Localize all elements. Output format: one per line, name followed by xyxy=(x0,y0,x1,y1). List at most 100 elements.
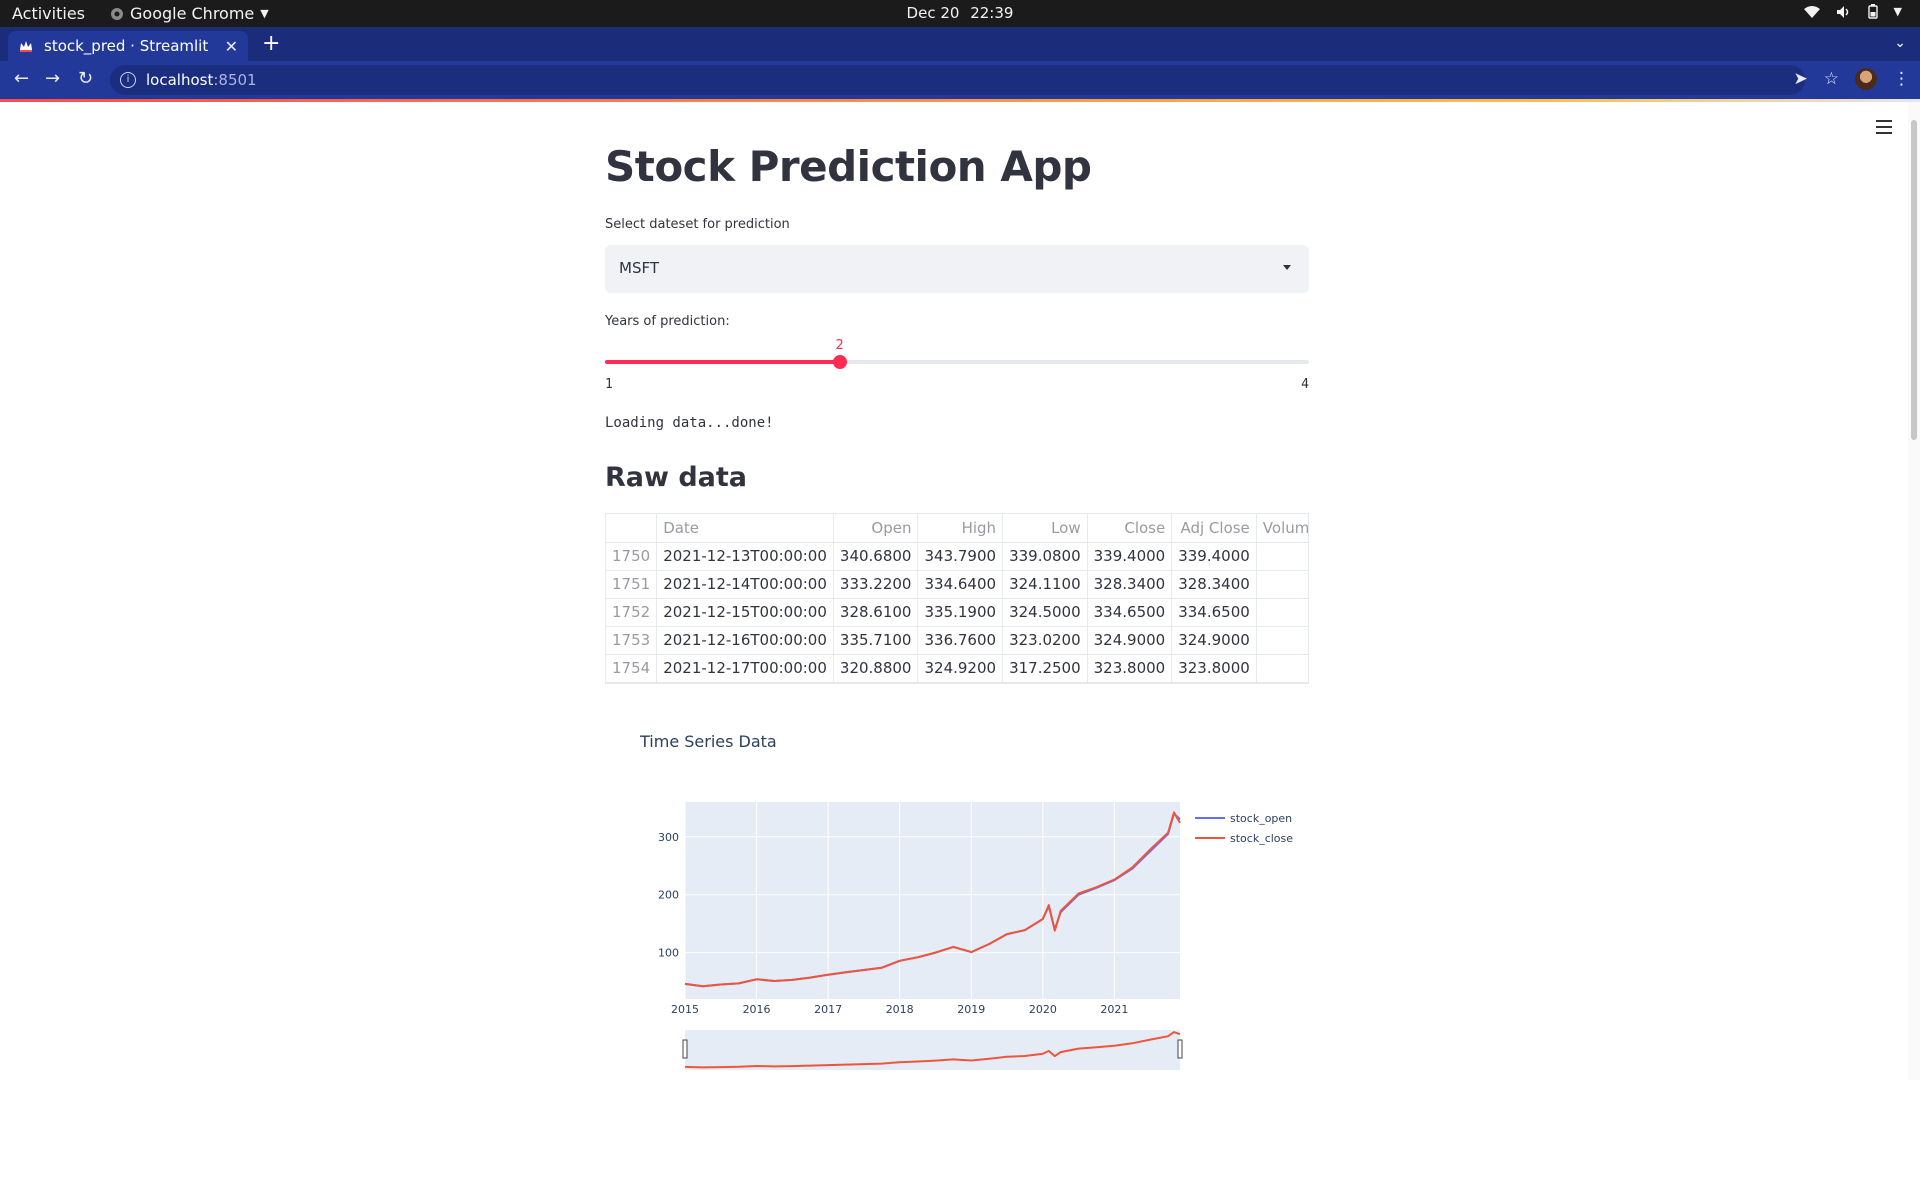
kebab-menu-icon[interactable]: ⋮ xyxy=(1893,69,1910,89)
raw-data-table[interactable]: DateOpenHighLowCloseAdj CloseVolume 1750… xyxy=(605,513,1309,684)
table-cell[interactable]: 4 xyxy=(1256,570,1308,599)
page-scrollbar[interactable] xyxy=(1908,102,1920,1080)
streamlit-crown-icon xyxy=(20,41,32,52)
x-tick-label: 2021 xyxy=(1100,1003,1128,1016)
column-header[interactable]: Adj Close xyxy=(1171,514,1257,543)
column-header[interactable]: Close xyxy=(1087,514,1173,543)
address-bar[interactable]: i localhost:8501 xyxy=(110,65,1805,95)
table-cell[interactable]: 2021-12-13T00:00:00 xyxy=(656,542,834,571)
table-cell[interactable]: 324.9000 xyxy=(1087,626,1173,655)
table-cell[interactable]: 2021-12-15T00:00:00 xyxy=(656,598,834,627)
table-row[interactable]: 1754 2021-12-17T00:00:00 320.8800 324.9200 3… xyxy=(606,654,1308,683)
plot-area xyxy=(685,802,1180,999)
column-header[interactable]: Low xyxy=(1002,514,1088,543)
send-icon[interactable]: ➤ xyxy=(1794,69,1808,89)
x-tick-label: 2018 xyxy=(886,1003,914,1016)
column-header[interactable] xyxy=(606,514,658,543)
row-index-cell[interactable]: 1751 xyxy=(606,570,658,599)
table-cell[interactable]: 324.9200 xyxy=(917,654,1004,683)
column-header[interactable]: Open xyxy=(833,514,919,543)
table-row[interactable]: 1752 2021-12-15T00:00:00 328.6100 335.1900 3… xyxy=(606,598,1308,627)
table-cell[interactable]: 324.1100 xyxy=(1002,570,1088,599)
table-cell[interactable]: 334.6400 xyxy=(917,570,1004,599)
system-tray[interactable]: ▼ xyxy=(1803,4,1902,19)
table-cell[interactable]: 3 xyxy=(1256,598,1308,627)
row-index-cell[interactable]: 1752 xyxy=(606,598,658,627)
table-cell[interactable]: 2021-12-14T00:00:00 xyxy=(656,570,834,599)
table-row[interactable]: 1753 2021-12-16T00:00:00 335.7100 336.7600 3… xyxy=(606,626,1308,655)
table-cell[interactable]: 324.9000 xyxy=(1171,626,1257,655)
table-cell[interactable]: 323.8000 xyxy=(1087,654,1173,683)
table-cell[interactable]: 343.7900 xyxy=(917,542,1004,571)
system-top-bar: Activities Google Chrome ▼ Dec 20 22:39 … xyxy=(0,0,1920,27)
table-cell[interactable]: 328.3400 xyxy=(1171,570,1257,599)
back-arrow-icon[interactable]: ← xyxy=(14,70,29,88)
table-cell[interactable]: 339.4000 xyxy=(1171,542,1257,571)
tab-search-chevron-icon[interactable]: ⌄ xyxy=(1894,35,1906,51)
page-title: Stock Prediction App xyxy=(605,142,1092,191)
battery-icon xyxy=(1867,4,1878,19)
column-header[interactable]: Date xyxy=(656,514,834,543)
table-cell[interactable]: 328.6100 xyxy=(833,598,919,627)
table-cell[interactable]: 336.7600 xyxy=(917,626,1004,655)
range-slider-handle[interactable] xyxy=(682,1039,688,1059)
table-cell[interactable]: 339.0800 xyxy=(1002,542,1088,571)
years-slider[interactable] xyxy=(605,355,1309,369)
y-tick-label: 100 xyxy=(658,947,679,960)
site-info-icon[interactable]: i xyxy=(120,72,136,88)
table-cell[interactable]: 335.7100 xyxy=(833,626,919,655)
column-header[interactable]: Volume xyxy=(1256,514,1308,543)
time-series-chart[interactable]: 2015 2016 2017 2018 2019 2020 2021 100 200 300 sto… xyxy=(605,782,1309,1177)
dataset-select-value: MSFT xyxy=(619,259,659,277)
row-index-cell[interactable]: 1753 xyxy=(606,626,658,655)
table-row[interactable]: 1751 2021-12-14T00:00:00 333.2200 334.6400 3… xyxy=(606,570,1308,599)
forward-arrow-icon[interactable]: → xyxy=(45,70,60,88)
url-host: localhost xyxy=(146,71,214,89)
toolbar-actions: ➤ ☆ ⋮ xyxy=(1794,68,1910,90)
profile-avatar[interactable] xyxy=(1855,68,1877,90)
table-cell[interactable]: 324.5000 xyxy=(1002,598,1088,627)
clock[interactable]: Dec 20 22:39 xyxy=(0,4,1920,22)
x-tick-label: 2019 xyxy=(957,1003,985,1016)
table-cell[interactable]: 2 xyxy=(1256,542,1308,571)
range-slider-handle[interactable] xyxy=(1177,1039,1183,1059)
table-cell[interactable]: 323.0200 xyxy=(1002,626,1088,655)
table-cell[interactable]: 320.8800 xyxy=(833,654,919,683)
caret-down-icon: ▼ xyxy=(1893,5,1902,18)
browser-tab-active[interactable]: stock_pred · Streamlit ✕ xyxy=(8,31,248,61)
row-index-cell[interactable]: 1754 xyxy=(606,654,658,683)
table-cell[interactable]: 4 xyxy=(1256,654,1308,683)
y-tick-label: 200 xyxy=(658,889,679,902)
slider-thumb[interactable] xyxy=(832,355,847,369)
table-cell[interactable]: 339.4000 xyxy=(1087,542,1173,571)
dataset-select[interactable]: MSFT xyxy=(605,245,1309,293)
legend-label: stock_close xyxy=(1230,832,1293,845)
table-header-row: DateOpenHighLowCloseAdj CloseVolume xyxy=(606,514,1308,543)
table-cell[interactable]: 2021-12-16T00:00:00 xyxy=(656,626,834,655)
reload-icon[interactable]: ↻ xyxy=(78,70,93,88)
row-index-cell[interactable]: 1750 xyxy=(606,542,658,571)
scrollbar-thumb[interactable] xyxy=(1911,120,1917,440)
x-tick-label: 2017 xyxy=(814,1003,842,1016)
hamburger-menu-icon[interactable] xyxy=(1876,120,1892,138)
table-cell[interactable]: 335.1900 xyxy=(917,598,1004,627)
table-cell[interactable]: 333.2200 xyxy=(833,570,919,599)
bookmark-star-icon[interactable]: ☆ xyxy=(1824,69,1839,89)
table-row[interactable]: 1750 2021-12-13T00:00:00 340.6800 343.7900 3… xyxy=(606,542,1308,571)
new-tab-button[interactable]: + xyxy=(262,33,280,55)
table-cell[interactable]: 334.6500 xyxy=(1087,598,1173,627)
slider-max-label: 4 xyxy=(1301,377,1309,392)
table-cell[interactable]: 328.3400 xyxy=(1087,570,1173,599)
table-cell[interactable]: 3 xyxy=(1256,626,1308,655)
table-cell[interactable]: 323.8000 xyxy=(1171,654,1257,683)
y-tick-label: 300 xyxy=(658,831,679,844)
table-cell[interactable]: 340.6800 xyxy=(833,542,919,571)
caret-down-icon xyxy=(1283,265,1291,270)
chart-title: Time Series Data xyxy=(640,732,777,751)
column-header[interactable]: High xyxy=(917,514,1004,543)
clock-time: 22:39 xyxy=(970,4,1014,22)
table-cell[interactable]: 334.6500 xyxy=(1171,598,1257,627)
tab-close-icon[interactable]: ✕ xyxy=(225,37,238,56)
table-cell[interactable]: 2021-12-17T00:00:00 xyxy=(656,654,834,683)
table-cell[interactable]: 317.2500 xyxy=(1002,654,1088,683)
